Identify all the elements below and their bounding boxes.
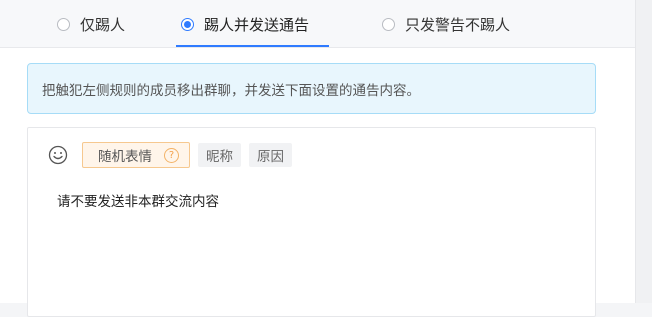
tab-kick-only-label: 仅踢人 xyxy=(80,15,126,34)
tab-kick-and-notice[interactable]: 踢人并发送通告 xyxy=(181,0,309,48)
insert-reason-label: 原因 xyxy=(257,149,284,165)
tab-warn-only[interactable]: 只发警告不踢人 xyxy=(382,0,510,48)
tab-warn-only-label: 只发警告不踢人 xyxy=(405,15,511,34)
smiley-icon[interactable] xyxy=(48,145,68,165)
notice-editor[interactable]: 随机表情 ? 昵称 原因 请不要发送非本群交流内容 xyxy=(27,127,596,317)
active-tab-indicator xyxy=(176,45,329,47)
notice-content-text[interactable]: 请不要发送非本群交流内容 xyxy=(57,190,219,210)
info-banner: 把触犯左侧规则的成员移出群聊，并发送下面设置的通告内容。 xyxy=(27,63,596,114)
random-emoji-button[interactable]: 随机表情 ? xyxy=(82,142,190,168)
random-emoji-label: 随机表情 xyxy=(98,149,152,165)
info-banner-text: 把触犯左侧规则的成员移出群聊，并发送下面设置的通告内容。 xyxy=(42,82,420,99)
radio-kick-and-notice[interactable] xyxy=(181,17,194,31)
tab-kick-and-notice-label: 踢人并发送通告 xyxy=(204,15,310,34)
settings-panel: 仅踢人 踢人并发送通告 只发警告不踢人 把触犯左侧规则的成员移出群聊，并发送下面… xyxy=(0,0,635,317)
radio-kick-only[interactable] xyxy=(57,17,70,31)
help-icon[interactable]: ? xyxy=(164,147,179,163)
radio-warn-only[interactable] xyxy=(382,17,395,31)
action-mode-tabs: 仅踢人 踢人并发送通告 只发警告不踢人 xyxy=(0,0,635,48)
tab-kick-only[interactable]: 仅踢人 xyxy=(57,0,125,48)
side-gutter xyxy=(635,0,652,303)
insert-nickname-button[interactable]: 昵称 xyxy=(198,143,241,167)
editor-toolbar: 随机表情 ? 昵称 原因 xyxy=(48,142,292,168)
insert-reason-button[interactable]: 原因 xyxy=(249,143,292,167)
insert-nickname-label: 昵称 xyxy=(206,149,233,165)
